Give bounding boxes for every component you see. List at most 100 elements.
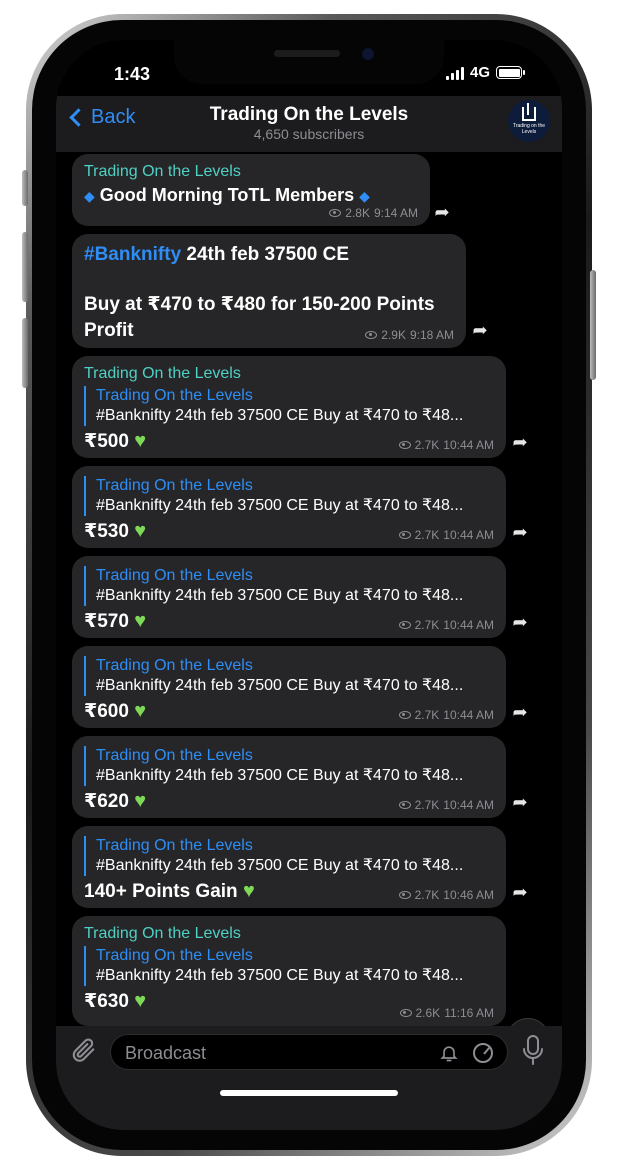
avatar-text: Trading on the Levels [512, 123, 546, 135]
reply-text: #Banknifty 24th feb 37500 CE Buy at ₹470… [96, 857, 464, 874]
view-count: 2.8K [345, 206, 370, 220]
green-heart-icon: ♥ [134, 790, 147, 812]
reply-quote[interactable]: Trading On the Levels #Banknifty 24th fe… [84, 386, 494, 426]
channel-title[interactable]: Trading On the Levels [56, 104, 562, 126]
reply-author: Trading On the Levels [96, 837, 253, 854]
reply-quote[interactable]: Trading On the Levels #Banknifty 24th fe… [84, 476, 494, 516]
share-icon[interactable]: ➦ [508, 790, 532, 814]
message-time: 10:46 AM [443, 888, 494, 902]
message-bubble[interactable]: Trading On the Levels #Banknifty 24th fe… [72, 556, 506, 638]
reply-text: #Banknifty 24th feb 37500 CE Buy at ₹470… [96, 497, 464, 514]
reply-author: Trading On the Levels [96, 477, 253, 494]
message-time: 10:44 AM [443, 708, 494, 722]
chat-header: Back Trading On the Levels 4,650 subscri… [56, 96, 562, 152]
view-count: 2.7K [414, 888, 440, 902]
bell-icon[interactable] [439, 1043, 459, 1063]
reply-author: Trading On the Levels [96, 657, 253, 674]
view-count: 2.6K [415, 1006, 441, 1020]
views-icon [365, 331, 378, 339]
views-icon [398, 441, 411, 449]
hashtag-link[interactable]: #Banknifty [84, 244, 181, 265]
screen: 1:43 4G Back Trading On the Levels 4,650… [56, 40, 562, 1130]
home-indicator[interactable] [220, 1090, 398, 1096]
message-bubble[interactable]: Trading On the Levels #Banknifty 24th fe… [72, 646, 506, 728]
view-count: 2.9K [381, 328, 406, 342]
volume-down-button [22, 318, 28, 388]
message-text: ₹630 [84, 991, 129, 1012]
message-text: Buy at ₹470 to ₹480 for 150-200 Points [84, 294, 435, 315]
schedule-icon[interactable] [473, 1043, 493, 1063]
message-bubble[interactable]: Trading On the Levels Trading On the Lev… [72, 356, 506, 458]
message-time: 9:14 AM [373, 206, 418, 220]
share-icon[interactable]: ➦ [430, 200, 454, 224]
reply-author: Trading On the Levels [96, 387, 253, 404]
share-icon[interactable]: ➦ [508, 430, 532, 454]
broadcast-input[interactable]: Broadcast [110, 1034, 508, 1070]
message-text: ₹570 [84, 611, 129, 632]
reply-text: #Banknifty 24th feb 37500 CE Buy at ₹470… [96, 767, 464, 784]
views-icon [329, 209, 342, 217]
share-icon[interactable]: ➦ [508, 610, 532, 634]
message-bubble[interactable]: Trading On the Levels #Banknifty 24th fe… [72, 826, 506, 908]
message-sender: Trading On the Levels [84, 163, 241, 180]
message-text: ₹600 [84, 701, 129, 722]
views-icon [398, 531, 411, 539]
message-time: 9:18 AM [409, 328, 454, 342]
green-heart-icon: ♥ [134, 520, 147, 542]
reply-text: #Banknifty 24th feb 37500 CE Buy at ₹470… [96, 407, 464, 424]
message-text: ₹500 [84, 431, 129, 452]
view-count: 2.7K [414, 708, 440, 722]
subscriber-count: 4,650 subscribers [253, 126, 365, 142]
message-text: 24th feb 37500 CE [181, 244, 350, 265]
volume-up-button [22, 232, 28, 302]
channel-avatar[interactable]: Trading on the Levels [508, 100, 550, 142]
message-time: 10:44 AM [443, 798, 494, 812]
views-icon [398, 621, 411, 629]
message-bubble[interactable]: Trading On the Levels ◆ Good Morning ToT… [72, 154, 430, 226]
message-time: 11:16 AM [444, 1006, 494, 1020]
message-sender: Trading On the Levels [84, 925, 241, 942]
reply-quote[interactable]: Trading On the Levels #Banknifty 24th fe… [84, 946, 494, 986]
status-right: 4G [445, 64, 525, 81]
views-icon [398, 891, 411, 899]
network-label: 4G [469, 64, 490, 81]
view-count: 2.7K [414, 438, 440, 452]
share-icon[interactable]: ➦ [508, 700, 532, 724]
views-icon [399, 1009, 412, 1017]
input-bar: Broadcast [56, 1026, 562, 1130]
scroll-to-bottom-button[interactable] [506, 1018, 550, 1026]
reply-quote[interactable]: Trading On the Levels #Banknifty 24th fe… [84, 656, 494, 696]
reply-quote[interactable]: Trading On the Levels #Banknifty 24th fe… [84, 566, 494, 606]
battery-icon [496, 66, 525, 79]
message-text: 140+ Points Gain [84, 881, 238, 902]
views-icon [398, 801, 411, 809]
share-icon[interactable]: ➦ [508, 520, 532, 544]
share-icon[interactable]: ➦ [468, 318, 492, 342]
mute-switch [22, 170, 28, 206]
attach-icon[interactable] [70, 1036, 100, 1066]
message-text: Good Morning ToTL Members [99, 185, 355, 205]
blue-diamond-icon: ◆ [84, 188, 95, 204]
message-bubble[interactable]: Trading On the Levels Trading On the Lev… [72, 916, 506, 1026]
message-bubble[interactable]: #Banknifty 24th feb 37500 CE Buy at ₹470… [72, 234, 466, 348]
views-icon [398, 711, 411, 719]
message-time: 10:44 AM [443, 528, 494, 542]
green-heart-icon: ♥ [134, 430, 147, 452]
message-bubble[interactable]: Trading On the Levels #Banknifty 24th fe… [72, 736, 506, 818]
reply-quote[interactable]: Trading On the Levels #Banknifty 24th fe… [84, 746, 494, 786]
status-bar: 1:43 4G [56, 40, 562, 96]
message-text: ₹620 [84, 791, 129, 812]
green-heart-icon: ♥ [134, 700, 147, 722]
view-count: 2.7K [414, 798, 440, 812]
message-bubble[interactable]: Trading On the Levels #Banknifty 24th fe… [72, 466, 506, 548]
logo-icon [522, 103, 536, 121]
microphone-icon[interactable] [522, 1034, 544, 1068]
message-time: 10:44 AM [443, 618, 494, 632]
reply-quote[interactable]: Trading On the Levels #Banknifty 24th fe… [84, 836, 494, 876]
reply-text: #Banknifty 24th feb 37500 CE Buy at ₹470… [96, 587, 464, 604]
share-icon[interactable]: ➦ [508, 880, 532, 904]
message-list[interactable]: Trading On the Levels ◆ Good Morning ToT… [56, 152, 562, 1026]
reply-text: #Banknifty 24th feb 37500 CE Buy at ₹470… [96, 967, 464, 984]
reply-author: Trading On the Levels [96, 947, 253, 964]
blue-diamond-icon: ◆ [359, 188, 370, 204]
